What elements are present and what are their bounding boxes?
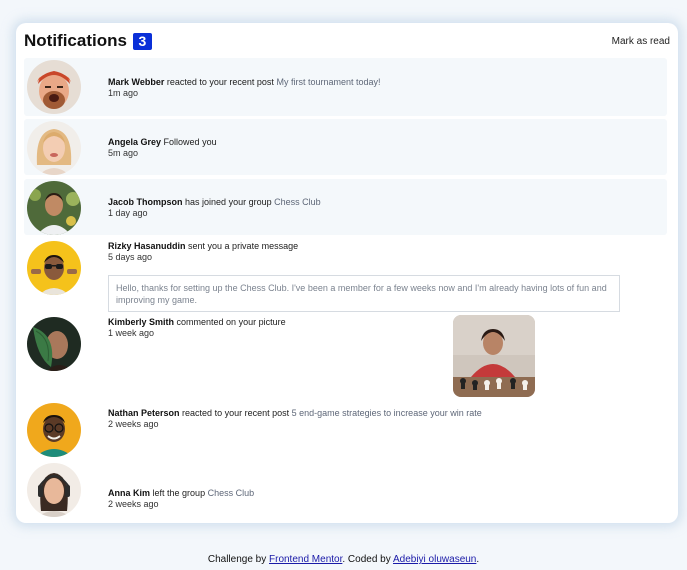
- action-text: Followed you: [163, 137, 217, 147]
- action-text: has joined your group: [185, 197, 272, 207]
- avatar-rizky-hasanuddin[interactable]: [27, 241, 81, 295]
- timestamp: 1 day ago: [108, 208, 148, 218]
- user-name[interactable]: Anna Kim: [108, 488, 150, 498]
- footer-middle: . Coded by: [342, 554, 391, 565]
- avatar-angela-grey[interactable]: [27, 121, 81, 175]
- frontend-mentor-link[interactable]: Frontend Mentor: [269, 554, 342, 565]
- user-name[interactable]: Jacob Thompson: [108, 197, 183, 207]
- action-text: sent you a private message: [188, 241, 299, 251]
- action-text: left the group: [152, 488, 206, 498]
- notification-item-rizky-hasanuddin[interactable]: Rizky Hasanuddin sent you a private mess…: [24, 239, 667, 315]
- unread-count-badge: 3: [132, 32, 152, 50]
- timestamp: 5 days ago: [108, 252, 153, 262]
- group-link[interactable]: Chess Club: [274, 197, 321, 207]
- footer-suffix: .: [476, 554, 480, 565]
- notification-content: Anna Kim left the group Chess Club 2 wee…: [108, 488, 254, 510]
- notification-content: Nathan Peterson reacted to your recent p…: [108, 408, 482, 430]
- commented-picture-thumbnail[interactable]: [453, 315, 535, 397]
- notification-item-angela-grey[interactable]: Angela Grey Followed you 5m ago: [24, 119, 667, 175]
- avatar-anna-kim[interactable]: [27, 463, 81, 517]
- avatar-mark-webber[interactable]: [27, 60, 81, 114]
- post-link[interactable]: My first tournament today!: [276, 77, 380, 87]
- user-name[interactable]: Angela Grey: [108, 137, 161, 147]
- user-name[interactable]: Mark Webber: [108, 77, 164, 87]
- user-name[interactable]: Nathan Peterson: [108, 408, 180, 418]
- post-link[interactable]: 5 end-game strategies to increase your w…: [292, 408, 482, 418]
- notification-item-nathan-peterson[interactable]: Nathan Peterson reacted to your recent p…: [24, 401, 667, 459]
- title-text: Notifications: [24, 31, 127, 50]
- group-link[interactable]: Chess Club: [208, 488, 255, 498]
- attribution-footer: Challenge by Frontend Mentor. Coded by A…: [0, 554, 687, 565]
- notification-content: Mark Webber reacted to your recent post …: [108, 77, 381, 99]
- timestamp: 2 weeks ago: [108, 499, 159, 509]
- header: Notifications 3 Mark as read: [24, 30, 670, 52]
- private-message-preview[interactable]: Hello, thanks for setting up the Chess C…: [108, 275, 620, 312]
- action-text: commented on your picture: [176, 317, 286, 327]
- page-title: Notifications 3: [24, 31, 152, 51]
- timestamp: 1 week ago: [108, 328, 155, 338]
- notification-content: Jacob Thompson has joined your group Che…: [108, 197, 321, 219]
- notifications-card: Notifications 3 Mark as read Mark Webber…: [16, 23, 678, 523]
- notification-item-kimberly-smith[interactable]: Kimberly Smith commented on your picture…: [24, 315, 667, 399]
- action-text: reacted to your recent post: [166, 77, 274, 87]
- timestamp: 2 weeks ago: [108, 419, 159, 429]
- notification-content: Kimberly Smith commented on your picture…: [108, 317, 286, 339]
- avatar-kimberly-smith[interactable]: [27, 317, 81, 371]
- notification-item-mark-webber[interactable]: Mark Webber reacted to your recent post …: [24, 58, 667, 116]
- author-link[interactable]: Adebiyi oluwaseun: [393, 554, 476, 565]
- notification-item-jacob-thompson[interactable]: Jacob Thompson has joined your group Che…: [24, 179, 667, 235]
- notification-content: Angela Grey Followed you 5m ago: [108, 137, 217, 159]
- timestamp: 5m ago: [108, 148, 139, 158]
- mark-all-read-button[interactable]: Mark as read: [612, 36, 670, 47]
- user-name[interactable]: Kimberly Smith: [108, 317, 174, 327]
- timestamp: 1m ago: [108, 88, 139, 98]
- action-text: reacted to your recent post: [182, 408, 290, 418]
- footer-prefix: Challenge by: [207, 554, 267, 565]
- notification-item-anna-kim[interactable]: Anna Kim left the group Chess Club 2 wee…: [24, 461, 667, 519]
- notification-content: Rizky Hasanuddin sent you a private mess…: [108, 241, 298, 263]
- avatar-jacob-thompson[interactable]: [27, 181, 81, 235]
- avatar-nathan-peterson[interactable]: [27, 403, 81, 457]
- user-name[interactable]: Rizky Hasanuddin: [108, 241, 186, 251]
